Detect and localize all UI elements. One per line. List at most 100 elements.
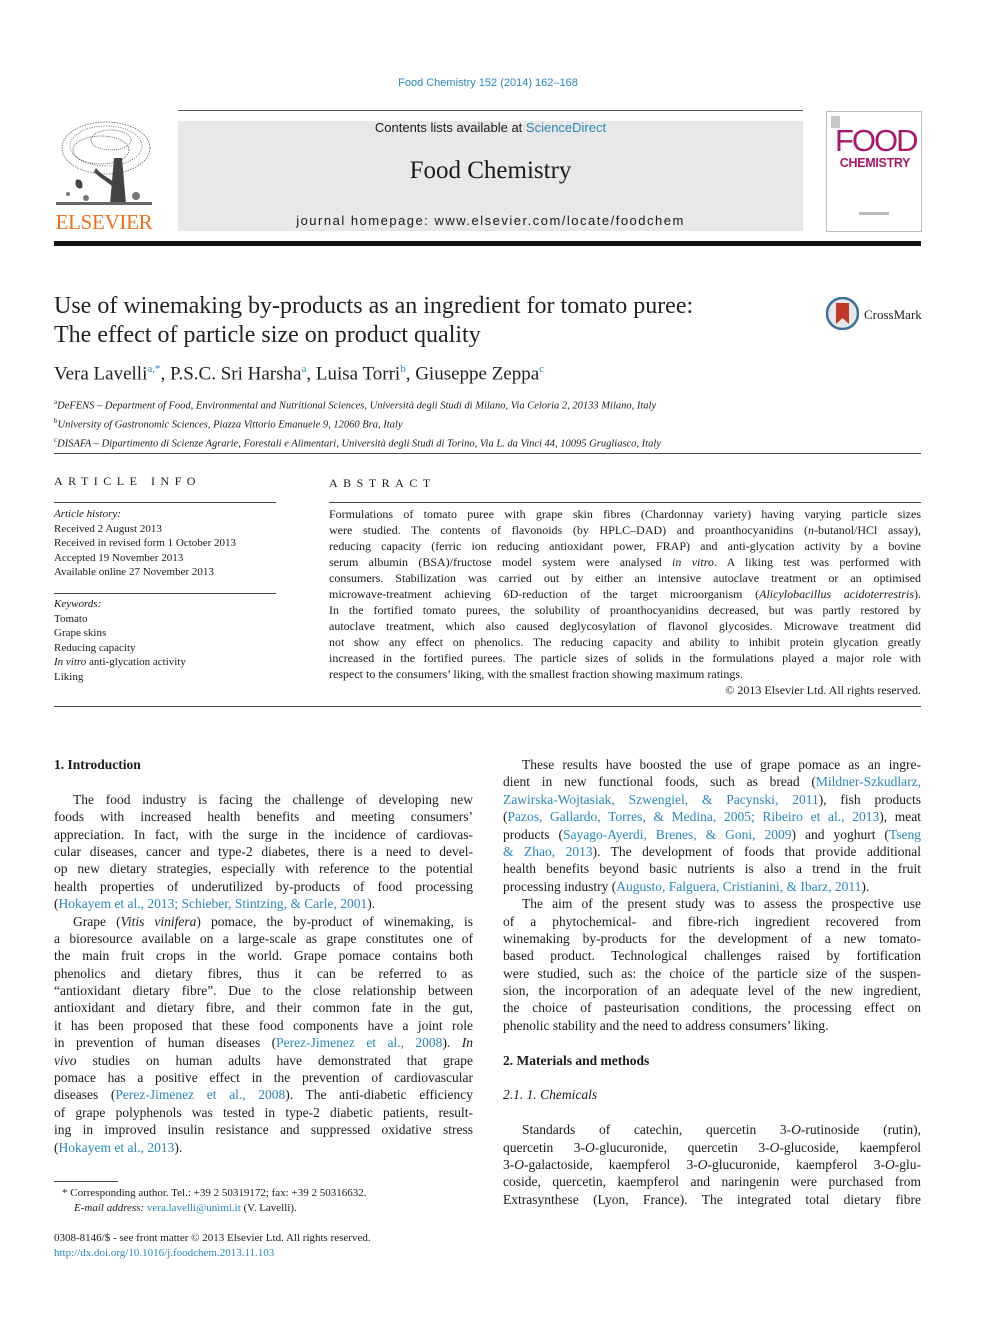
paragraph: The aim of the present study was to asse… bbox=[503, 895, 921, 1034]
email-suffix: (V. Lavelli). bbox=[240, 1201, 297, 1214]
author-affil-marker[interactable]: c bbox=[539, 363, 544, 375]
text-line: phenolics and dietary fibres, thus it ca… bbox=[54, 965, 473, 981]
author-separator: , bbox=[405, 363, 416, 385]
keyword-italic: In vitro bbox=[54, 656, 87, 668]
citation-link[interactable]: Augusto, Falguera, Cristianini, & Ibarz,… bbox=[616, 879, 861, 894]
history-label: Article history: bbox=[54, 508, 121, 520]
title-line: The effect of particle size on product q… bbox=[54, 322, 481, 348]
citation-link[interactable]: Sayago-Ayerdi, Brenes, & Goni, 2009 bbox=[563, 827, 792, 842]
author-name[interactable]: Vera Lavelli bbox=[54, 363, 147, 384]
text-line: Zawirska-Wojtasiak, Szwengiel, & Pacynsk… bbox=[503, 791, 921, 807]
keyword-text: Tomato bbox=[54, 612, 88, 625]
citation-link[interactable]: Pazos, Gallardo, Torres, & Medina, 2005;… bbox=[508, 809, 880, 824]
abstract-line: respect to the consumers’ liking, with t… bbox=[329, 667, 744, 681]
author-list: Vera Lavellia,*, P.S.C. Sri Harshaa, Lui… bbox=[54, 363, 544, 385]
section-heading: 2. Materials and methods bbox=[503, 1052, 650, 1068]
cover-title-food: FOOD bbox=[835, 123, 919, 158]
keyword-item: In vitro anti-glycation activity bbox=[54, 655, 186, 670]
journal-citation-link[interactable]: Food Chemistry 152 (2014) 162–168 bbox=[0, 77, 976, 89]
elsevier-tree-icon bbox=[56, 118, 152, 208]
doi-link[interactable]: http://dx.doi.org/10.1016/j.foodchem.201… bbox=[54, 1246, 371, 1261]
text-line: Extrasynthese (Lyon, France). The integr… bbox=[503, 1191, 921, 1207]
affiliation-item: cDISAFA – Dipartimento di Scienze Agrari… bbox=[54, 433, 661, 452]
text-line: These results have boosted the use of gr… bbox=[522, 757, 921, 772]
abstract-line: In the fortified tomato purees, the solu… bbox=[329, 603, 921, 617]
citation-link[interactable]: & Zhao, 2013 bbox=[503, 844, 593, 859]
text-line: based product. Technological challenges … bbox=[503, 948, 921, 964]
affiliation-item: aDeFENS – Department of Food, Environmen… bbox=[54, 395, 661, 414]
abstract-line: microwave-treatment achieving 6D-reducti… bbox=[329, 587, 921, 601]
text-line: it has been proposed that these food com… bbox=[54, 1017, 473, 1033]
keyword-item: Grape skins bbox=[54, 626, 186, 641]
crossmark-icon bbox=[826, 297, 859, 330]
text-line: Standards of catechin, quercetin 3-O-rut… bbox=[522, 1122, 921, 1138]
text-line: the choice of pasteurisation conditions,… bbox=[503, 1000, 921, 1016]
email-line: E-mail address: vera.lavelli@unimi.it (V… bbox=[54, 1201, 366, 1216]
body-column-right: These results have boosted the use of gr… bbox=[503, 756, 921, 1208]
journal-cover-thumbnail[interactable]: FOOD CHEMISTRY bbox=[826, 111, 922, 232]
corresponding-author-footnote: * Corresponding author. Tel.: +39 2 5031… bbox=[54, 1186, 366, 1215]
divider bbox=[54, 453, 921, 454]
text-line: of a phytochemical- and fibre-rich ingre… bbox=[503, 913, 921, 929]
contents-line: Contents lists available at ScienceDirec… bbox=[178, 121, 803, 135]
footnote-rule bbox=[54, 1181, 118, 1182]
citation-link[interactable]: Zawirska-Wojtasiak, Szwengiel, & Pacynsk… bbox=[503, 792, 819, 807]
keyword-item: Tomato bbox=[54, 612, 186, 627]
corresponding-line: * Corresponding author. Tel.: +39 2 5031… bbox=[62, 1187, 367, 1199]
keywords-label: Keywords: bbox=[54, 598, 102, 610]
affiliations: aDeFENS – Department of Food, Environmen… bbox=[54, 395, 661, 453]
issn-line: 0308-8146/$ - see front matter © 2013 El… bbox=[54, 1232, 371, 1244]
keyword-text: Grape skins bbox=[54, 627, 107, 639]
section-heading: 1. Introduction bbox=[54, 757, 141, 772]
article-history: Article history: Received 2 August 2013 … bbox=[54, 507, 236, 580]
citation-link[interactable]: Mildner-Szkudlarz, bbox=[816, 774, 921, 789]
email-label: E-mail address: bbox=[74, 1201, 145, 1214]
author-name[interactable]: Luisa Torri bbox=[316, 363, 400, 384]
text-line: products (Sayago-Ayerdi, Brenes, & Goni,… bbox=[503, 826, 921, 842]
text-line: of grape polyphenols was tested in type-… bbox=[54, 1104, 473, 1120]
author-name[interactable]: P.S.C. Sri Harsha bbox=[170, 363, 301, 384]
affiliation-text: DISAFA – Dipartimento di Scienze Agrarie… bbox=[57, 438, 661, 450]
paragraph: Grape (Vitis vinifera) pomace, the by-pr… bbox=[54, 913, 473, 1156]
text-line: antioxidant and dietary fibre, and their… bbox=[54, 1000, 473, 1016]
elsevier-logo[interactable]: ELSEVIER bbox=[54, 118, 154, 234]
text-line: phenolic stability and the need to addre… bbox=[503, 1017, 829, 1033]
citation-link[interactable]: Hokayem et al., 2013; Schieber, Stintzin… bbox=[59, 896, 368, 911]
citation-link[interactable]: Perez-Jimenez et al., 2008 bbox=[115, 1087, 285, 1102]
crossmark-button[interactable]: CrossMark bbox=[826, 297, 926, 333]
abstract-text: Formulations of tomato puree with grape … bbox=[329, 506, 921, 682]
divider bbox=[54, 502, 276, 503]
keyword-item: Reducing capacity bbox=[54, 641, 186, 656]
text-line: dient in new functional foods, such as b… bbox=[503, 774, 921, 790]
citation-link[interactable]: Perez-Jimenez et al., 2008 bbox=[276, 1035, 442, 1050]
keyword-text: Liking bbox=[54, 670, 84, 683]
abstract-line: increased in the fortified purees. The p… bbox=[329, 651, 921, 665]
text-line: (Pazos, Gallardo, Torres, & Medina, 2005… bbox=[503, 809, 921, 825]
sciencedirect-link[interactable]: ScienceDirect bbox=[526, 120, 606, 135]
author-affil-marker[interactable]: a,* bbox=[147, 363, 160, 375]
cover-footer-mark bbox=[859, 212, 889, 215]
divider bbox=[54, 706, 921, 707]
text-line: The aim of the present study was to asse… bbox=[522, 896, 921, 912]
subsection-heading: 2.1. 1. Chemicals bbox=[503, 1087, 598, 1103]
citation-link[interactable]: Tseng bbox=[889, 827, 921, 842]
title-line: Use of winemaking by-products as an ingr… bbox=[54, 293, 694, 319]
abstract-body: Formulations of tomato puree with grape … bbox=[329, 506, 921, 698]
abstract-line: were studied. The contents of flavonoids… bbox=[329, 523, 921, 537]
history-item: Accepted 19 November 2013 bbox=[54, 551, 184, 564]
text-line: foods with increased health benefits and… bbox=[54, 809, 473, 825]
journal-homepage-link[interactable]: journal homepage: www.elsevier.com/locat… bbox=[178, 213, 803, 228]
keyword-text: Reducing capacity bbox=[54, 641, 136, 654]
author-separator: , bbox=[160, 363, 171, 385]
citation-link[interactable]: Hokayem et al., 2013 bbox=[59, 1140, 175, 1155]
email-link[interactable]: vera.lavelli@unimi.it bbox=[147, 1202, 241, 1214]
text-line: 3-O-galactoside, kaempferol 3-O-glucuron… bbox=[503, 1156, 921, 1172]
abstract-line: reducing capacity (ferric ion reducing a… bbox=[329, 539, 921, 553]
author-name[interactable]: Giuseppe Zeppa bbox=[415, 363, 539, 384]
elsevier-wordmark: ELSEVIER bbox=[55, 210, 153, 234]
divider bbox=[329, 502, 921, 503]
text-line: “antioxidant dietary fibre”. Due to the … bbox=[54, 983, 473, 999]
